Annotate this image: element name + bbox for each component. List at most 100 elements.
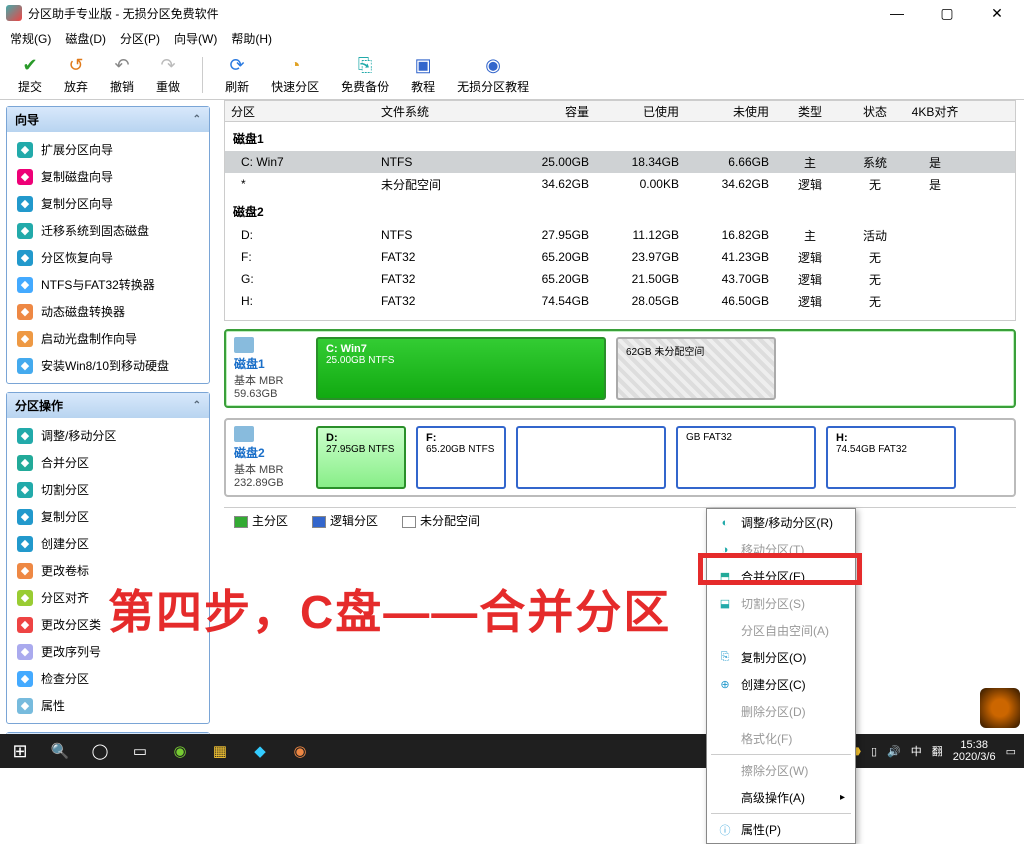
menu-item[interactable]: 高级操作(A): [707, 784, 855, 811]
collapse-icon[interactable]: ⌃: [193, 400, 201, 411]
nav-item[interactable]: ◆创建分区: [7, 530, 209, 557]
nav-item[interactable]: ◆复制分区向导: [7, 190, 209, 217]
legend: 主分区 逻辑分区 未分配空间: [224, 507, 1016, 529]
menu-item[interactable]: ◐调整/移动分区(R): [707, 509, 855, 536]
menu-item: ⬓切割分区(S): [707, 590, 855, 617]
toolbar-重做[interactable]: ↷重做: [156, 55, 180, 95]
partition-block[interactable]: F:65.20GB NTFS: [416, 426, 506, 489]
disk-title: 磁盘1: [225, 122, 1015, 151]
taskbar-app[interactable]: ▦: [200, 734, 240, 768]
tray-ime[interactable]: 中: [911, 743, 922, 759]
search-button[interactable]: 🔍: [40, 734, 80, 768]
nav-item[interactable]: ◆合并分区: [7, 449, 209, 476]
menu-item[interactable]: 向导(W): [174, 30, 217, 47]
disk-title: 磁盘2: [225, 195, 1015, 224]
menu-item[interactable]: 磁盘(D): [65, 30, 106, 47]
nav-item[interactable]: ◆分区恢复向导: [7, 244, 209, 271]
tray-notifications-icon[interactable]: ▭: [1006, 745, 1016, 758]
table-row[interactable]: C: Win7NTFS25.00GB18.34GB6.66GB主系统是: [225, 151, 1015, 173]
legend-primary: 主分区: [252, 514, 288, 528]
maximize-button[interactable]: ▢: [932, 5, 962, 22]
nav-item[interactable]: ◆切割分区: [7, 476, 209, 503]
nav-item[interactable]: ◆复制分区: [7, 503, 209, 530]
titlebar: 分区助手专业版 - 无损分区免费软件 — ▢ ✕: [0, 0, 1024, 26]
tray-clock[interactable]: 15:38 2020/3/6: [953, 739, 996, 763]
nav-item[interactable]: ◆扩展分区向导: [7, 136, 209, 163]
menu-item[interactable]: ⓘ属性(P): [707, 816, 855, 843]
legend-unalloc: 未分配空间: [420, 514, 480, 528]
menubar: 常规(G) 磁盘(D) 分区(P) 向导(W) 帮助(H): [0, 26, 1024, 50]
ops-panel: 分区操作⌃ ◆调整/移动分区◆合并分区◆切割分区◆复制分区◆创建分区◆更改卷标◆…: [6, 392, 210, 724]
col-type[interactable]: 类型: [775, 103, 845, 120]
menu-item[interactable]: 帮助(H): [231, 30, 272, 47]
start-button[interactable]: ⊞: [0, 734, 40, 768]
partition-block[interactable]: GB FAT32: [676, 426, 816, 489]
menu-item[interactable]: ⎘复制分区(O): [707, 644, 855, 671]
col-state[interactable]: 状态: [845, 103, 905, 120]
taskbar: ⊞ 🔍 ◯ ▭ ◉ ▦ ◆ ◉ ˄ ⬣ ▯ 🔊 中 翻 15:38 2020/3…: [0, 734, 1024, 768]
media-player-icon[interactable]: [980, 688, 1020, 728]
toolbar-教程[interactable]: ▣教程: [411, 55, 435, 95]
disk-card[interactable]: 磁盘1基本 MBR59.63GBC: Win725.00GB NTFS62GB …: [224, 329, 1016, 408]
menu-item: 擦除分区(W): [707, 757, 855, 784]
app-icon: [6, 5, 22, 21]
toolbar-提交[interactable]: ✔提交: [18, 55, 42, 95]
taskbar-app[interactable]: ◆: [240, 734, 280, 768]
nav-item[interactable]: ◆启动光盘制作向导: [7, 325, 209, 352]
menu-item[interactable]: 常规(G): [10, 30, 51, 47]
col-free[interactable]: 未使用: [685, 103, 775, 120]
taskbar-app[interactable]: ◉: [280, 734, 320, 768]
partition-block[interactable]: H:74.54GB FAT32: [826, 426, 956, 489]
disk-icon: [234, 337, 254, 353]
table-row[interactable]: F:FAT3265.20GB23.97GB41.23GB逻辑无: [225, 246, 1015, 268]
menu-item[interactable]: ⊕创建分区(C): [707, 671, 855, 698]
toolbar-刷新[interactable]: ⟳刷新: [225, 55, 249, 95]
nav-item[interactable]: ◆更改序列号: [7, 638, 209, 665]
menu-item: 删除分区(D): [707, 698, 855, 725]
menu-item: 分区自由空间(A): [707, 617, 855, 644]
nav-item[interactable]: ◆复制磁盘向导: [7, 163, 209, 190]
close-button[interactable]: ✕: [982, 5, 1012, 22]
table-row[interactable]: H:FAT3274.54GB28.05GB46.50GB逻辑无: [225, 290, 1015, 312]
nav-item[interactable]: ◆NTFS与FAT32转换器: [7, 271, 209, 298]
toolbar-快速分区[interactable]: ◔快速分区: [271, 55, 319, 95]
partition-block[interactable]: D:27.95GB NTFS: [316, 426, 406, 489]
diskmap-area: 磁盘1基本 MBR59.63GBC: Win725.00GB NTFS62GB …: [224, 329, 1016, 497]
window-title: 分区助手专业版 - 无损分区免费软件: [28, 5, 882, 22]
collapse-icon[interactable]: ⌃: [193, 114, 201, 125]
toolbar-无损分区教程[interactable]: ◉无损分区教程: [457, 55, 529, 95]
wizard-panel: 向导⌃ ◆扩展分区向导◆复制磁盘向导◆复制分区向导◆迁移系统到固态磁盘◆分区恢复…: [6, 106, 210, 384]
minimize-button[interactable]: —: [882, 5, 912, 22]
col-filesystem[interactable]: 文件系统: [375, 103, 505, 120]
cortana-button[interactable]: ◯: [80, 734, 120, 768]
menu-item[interactable]: 分区(P): [120, 30, 160, 47]
toolbar-放弃[interactable]: ↺放弃: [64, 55, 88, 95]
legend-logical: 逻辑分区: [330, 514, 378, 528]
annotation-text: 第四步，C盘——合并分区: [108, 576, 671, 642]
disk-card[interactable]: 磁盘2基本 MBR232.89GBD:27.95GB NTFSF:65.20GB…: [224, 418, 1016, 497]
partition-block[interactable]: 62GB 未分配空间: [616, 337, 776, 400]
taskbar-app[interactable]: ◉: [160, 734, 200, 768]
nav-item[interactable]: ◆迁移系统到固态磁盘: [7, 217, 209, 244]
col-align[interactable]: 4KB对齐: [905, 103, 965, 120]
col-partition[interactable]: 分区: [225, 103, 375, 120]
toolbar-撤销[interactable]: ↶撤销: [110, 55, 134, 95]
annotation-highlight: [698, 553, 862, 585]
col-used[interactable]: 已使用: [595, 103, 685, 120]
table-row[interactable]: G:FAT3265.20GB21.50GB43.70GB逻辑无: [225, 268, 1015, 290]
nav-item[interactable]: ◆动态磁盘转换器: [7, 298, 209, 325]
nav-item[interactable]: ◆检查分区: [7, 665, 209, 692]
nav-item[interactable]: ◆调整/移动分区: [7, 422, 209, 449]
table-row[interactable]: D:NTFS27.95GB11.12GB16.82GB主活动: [225, 224, 1015, 246]
tray-ime2[interactable]: 翻: [932, 743, 943, 759]
nav-item[interactable]: ◆安装Win8/10到移动硬盘: [7, 352, 209, 379]
partition-block[interactable]: [516, 426, 666, 489]
nav-item[interactable]: ◆属性: [7, 692, 209, 719]
partition-block[interactable]: C: Win725.00GB NTFS: [316, 337, 606, 400]
col-size[interactable]: 容量: [505, 103, 595, 120]
tray-volume-icon[interactable]: 🔊: [887, 745, 901, 758]
taskview-button[interactable]: ▭: [120, 734, 160, 768]
tray-network-icon[interactable]: ▯: [871, 745, 877, 758]
table-row[interactable]: *未分配空间34.62GB0.00KB34.62GB逻辑无是: [225, 173, 1015, 195]
toolbar-免费备份[interactable]: ⎘免费备份: [341, 55, 389, 95]
